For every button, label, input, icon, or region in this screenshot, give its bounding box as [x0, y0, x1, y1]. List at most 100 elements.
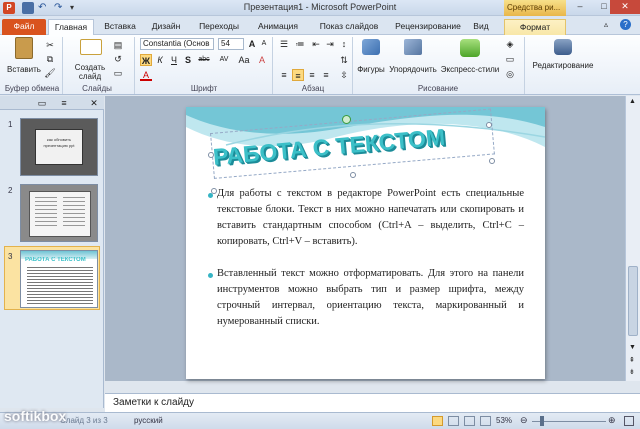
selection-handle[interactable]: [489, 158, 495, 164]
cut-icon[interactable]: ✂: [44, 39, 56, 51]
help-icon[interactable]: ?: [620, 19, 631, 30]
tab-format[interactable]: Формат: [504, 19, 566, 35]
tab-animation[interactable]: Анимация: [250, 19, 306, 35]
bold-button[interactable]: Ж: [140, 54, 152, 66]
slide-thumbnail-1[interactable]: как обновить презентацию ppt: [20, 118, 98, 176]
selection-handle[interactable]: [211, 188, 217, 194]
new-slide-icon: [80, 39, 102, 55]
separator: [62, 37, 63, 94]
ribbon-tabs: Файл Главная Вставка Дизайн Переходы Ани…: [0, 16, 640, 35]
scroll-thumb[interactable]: [628, 266, 638, 336]
strikethrough-button[interactable]: abc: [196, 54, 212, 66]
tab-design[interactable]: Дизайн: [144, 19, 188, 35]
shape-effects-icon[interactable]: ◎: [504, 68, 516, 80]
numbering-icon[interactable]: ≔: [294, 38, 306, 50]
paste-label: Вставить: [7, 65, 41, 74]
scroll-up-icon[interactable]: ▲: [629, 98, 636, 105]
arrange-button[interactable]: Упорядочить: [388, 37, 438, 83]
scroll-down-icon[interactable]: ▼: [629, 344, 636, 351]
selection-handle[interactable]: [486, 122, 492, 128]
slide-info: Слайд 3 из 3: [60, 416, 108, 425]
slide-thumbnail-3[interactable]: РАБОТА С ТЕКСТОМ: [20, 250, 98, 308]
section-icon[interactable]: ▭: [112, 67, 124, 79]
fit-to-window-icon[interactable]: [624, 416, 634, 426]
font-color-button[interactable]: A: [140, 69, 152, 81]
underline-button[interactable]: Ч: [168, 54, 180, 66]
clear-formatting-button[interactable]: A: [256, 54, 268, 66]
change-case-button[interactable]: Aa: [236, 54, 252, 66]
rotate-handle-icon[interactable]: [342, 115, 351, 124]
tab-insert[interactable]: Вставка: [98, 19, 142, 35]
drawing-tools-context-label: Средства ри...: [504, 0, 566, 16]
slides-panel: ▭ ≡ ✕ 1 как обновить презентацию ppt 2 3…: [0, 96, 104, 408]
zoom-out-icon[interactable]: ⊖: [520, 415, 528, 426]
zoom-slider-thumb[interactable]: [540, 416, 544, 426]
text-direction-icon[interactable]: ⇅: [338, 54, 350, 66]
minimize-button[interactable]: –: [568, 0, 592, 14]
language-indicator[interactable]: русский: [134, 416, 163, 425]
slide-bullet-1[interactable]: Для работы с текстом в редакторе PowerPo…: [217, 186, 524, 250]
grow-font-icon[interactable]: A: [246, 38, 258, 50]
editing-button[interactable]: Редактирование: [528, 37, 598, 83]
slide-bullet-2[interactable]: Вставленный текст можно отформатировать.…: [217, 266, 524, 330]
next-slide-icon[interactable]: ⇟: [629, 368, 635, 376]
format-painter-icon[interactable]: 🖌: [44, 67, 56, 79]
tab-home[interactable]: Главная: [48, 19, 94, 35]
thumbnail-2-lines-b: [63, 197, 85, 229]
italic-button[interactable]: К: [154, 54, 166, 66]
close-button[interactable]: ✕: [610, 0, 640, 14]
separator: [272, 37, 273, 94]
tab-transitions[interactable]: Переходы: [192, 19, 246, 35]
status-bar: Слайд 3 из 3 русский 53% ⊖ ⊕: [0, 412, 640, 429]
selection-handle[interactable]: [350, 172, 356, 178]
align-right-icon[interactable]: ≡: [306, 69, 318, 81]
decrease-indent-icon[interactable]: ⇤: [310, 38, 322, 50]
line-spacing-icon[interactable]: ↕: [338, 38, 350, 50]
tab-slideshow[interactable]: Показ слайдов: [310, 19, 388, 35]
reset-icon[interactable]: ↺: [112, 53, 124, 65]
close-panel-icon[interactable]: ✕: [88, 97, 100, 109]
group-label-font: Шрифт: [190, 84, 218, 93]
copy-icon[interactable]: ⧉: [44, 53, 56, 65]
normal-view-icon[interactable]: [432, 416, 443, 426]
paste-button[interactable]: Вставить: [7, 37, 41, 83]
tab-view[interactable]: Вид: [468, 19, 494, 35]
slide-sorter-view-icon[interactable]: [448, 416, 459, 426]
align-text-icon[interactable]: ⇳: [338, 69, 350, 81]
shapes-button[interactable]: Фигуры: [356, 37, 386, 83]
notes-pane[interactable]: Заметки к слайду: [105, 393, 640, 412]
prev-slide-icon[interactable]: ⇞: [629, 356, 635, 364]
slides-tab-icon[interactable]: ▭: [36, 97, 48, 109]
zoom-in-icon[interactable]: ⊕: [608, 415, 616, 426]
tab-file[interactable]: Файл: [2, 19, 46, 35]
increase-indent-icon[interactable]: ⇥: [324, 38, 336, 50]
reading-view-icon[interactable]: [464, 416, 475, 426]
minimize-ribbon-icon[interactable]: ▵: [604, 20, 608, 29]
shadow-button[interactable]: S: [182, 54, 194, 66]
tab-review[interactable]: Рецензирование: [390, 19, 466, 35]
justify-icon[interactable]: ≡: [320, 69, 332, 81]
shrink-font-icon[interactable]: A: [258, 38, 270, 50]
character-spacing-button[interactable]: AV: [216, 54, 232, 66]
outline-tab-icon[interactable]: ≡: [58, 97, 70, 109]
bullets-icon[interactable]: ☰: [278, 38, 290, 50]
align-left-icon[interactable]: ≡: [278, 69, 290, 81]
font-name-combo[interactable]: Constantia (Основ: [140, 38, 214, 50]
panel-tabs: ▭ ≡ ✕: [0, 96, 104, 110]
shape-fill-icon[interactable]: ◈: [504, 38, 516, 50]
align-center-icon[interactable]: ≡: [292, 69, 304, 81]
binoculars-icon: [554, 39, 572, 55]
quick-styles-button[interactable]: Экспресс-стили: [440, 37, 500, 83]
watermark-logo: softikbox: [4, 408, 67, 424]
font-size-combo[interactable]: 54: [218, 38, 244, 50]
group-label-drawing: Рисование: [417, 84, 459, 93]
layout-icon[interactable]: ▤: [112, 39, 124, 51]
slide-thumbnail-2[interactable]: [20, 184, 98, 242]
slideshow-view-icon[interactable]: [480, 416, 491, 426]
new-slide-button[interactable]: Создать слайд: [70, 37, 110, 83]
thumbnail-2-lines: [35, 197, 57, 229]
vertical-scrollbar[interactable]: ▲ ▼ ⇞ ⇟: [625, 96, 640, 381]
shape-outline-icon[interactable]: ▭: [504, 53, 516, 65]
zoom-level[interactable]: 53%: [496, 416, 512, 425]
selection-handle[interactable]: [208, 152, 214, 158]
